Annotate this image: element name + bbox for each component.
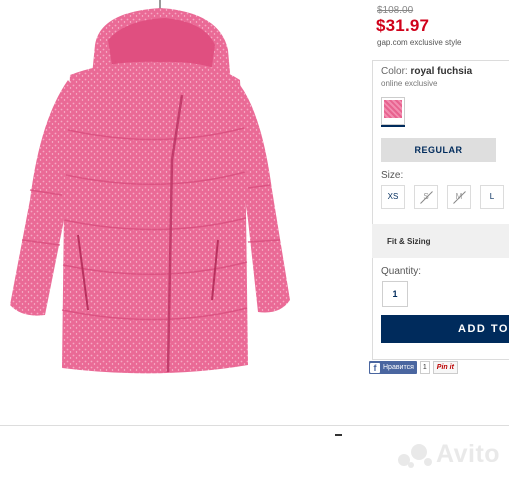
product-image[interactable]: [0, 0, 358, 420]
color-info: Color: royal fuchsia: [381, 66, 472, 77]
fit-sizing-link[interactable]: Fit & Sizing: [387, 237, 431, 246]
facebook-like-button[interactable]: f Нравится: [369, 361, 417, 374]
color-swatch-royal-fuchsia[interactable]: [381, 97, 405, 125]
swatch-selected-indicator: [381, 125, 405, 127]
avito-watermark: Avito: [398, 440, 500, 469]
pinterest-pin-button[interactable]: Pin it: [432, 361, 458, 374]
size-button-l[interactable]: L: [480, 185, 504, 209]
add-to-bag-button[interactable]: ADD TO: [381, 315, 509, 343]
quantity-input[interactable]: 1: [382, 281, 408, 307]
dash-mark: [335, 434, 342, 436]
pink-puffer-jacket-image: [10, 0, 290, 374]
avito-wordmark: Avito: [436, 440, 501, 468]
sale-price: $31.97: [376, 16, 430, 35]
color-label: Color:: [381, 66, 408, 77]
exclusive-note: gap.com exclusive style: [377, 38, 462, 47]
avito-logo-icon: [398, 442, 432, 468]
divider: [0, 425, 509, 426]
fit-tab-regular[interactable]: REGULAR: [381, 138, 496, 162]
facebook-icon: f: [370, 362, 380, 373]
size-label: Size:: [381, 170, 404, 181]
color-value: royal fuchsia: [410, 66, 473, 77]
size-button-xs[interactable]: XS: [381, 185, 405, 209]
original-price: $108.00: [377, 5, 414, 16]
social-share-bar: f Нравится 1 Pin it: [369, 361, 458, 374]
quantity-label: Quantity:: [381, 266, 422, 277]
pin-count: 1: [419, 361, 430, 374]
swatch-pattern: [384, 100, 402, 118]
facebook-like-label: Нравится: [383, 364, 414, 371]
online-exclusive-note: online exclusive: [381, 79, 438, 88]
size-button-m-unavailable[interactable]: M: [447, 185, 471, 209]
size-button-s-unavailable[interactable]: S: [414, 185, 438, 209]
